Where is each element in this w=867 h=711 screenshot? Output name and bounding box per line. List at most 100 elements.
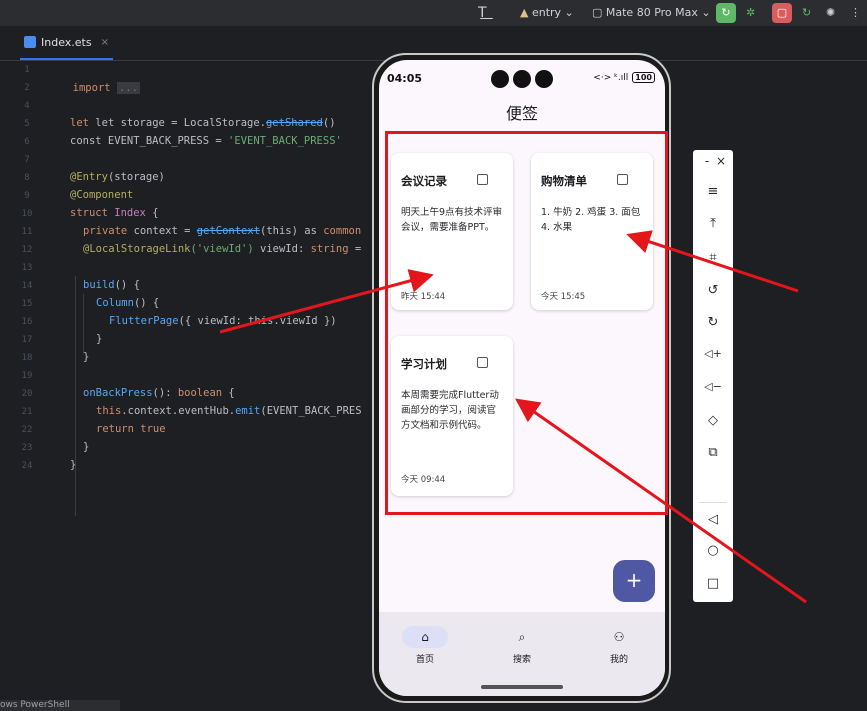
back-icon[interactable]: ◁ (693, 512, 733, 527)
code-editor[interactable]: › import ... let let storage = LocalStor… (70, 62, 370, 692)
code-line-17: } (96, 333, 103, 345)
line-number: 19 (21, 371, 33, 381)
nav-label: 我的 (609, 655, 628, 665)
line-number: 4 (24, 101, 30, 111)
more-icon[interactable]: ⋮ (850, 3, 861, 23)
crop-icon[interactable]: ⌗ (693, 250, 733, 265)
code-line-2: › import ... (72, 82, 140, 94)
code-line-5: let let storage = LocalStorage.getShared… (70, 117, 336, 129)
line-number: 16 (21, 317, 33, 327)
shake-icon[interactable]: ◇ (693, 413, 733, 428)
home-indicator[interactable] (481, 685, 563, 689)
line-number: 11 (21, 227, 33, 237)
line-number: 22 (21, 425, 33, 435)
line-number: 2 (24, 83, 30, 93)
debug-icon[interactable]: ✲ (746, 3, 755, 23)
signal-icon: <·> ᵏ.ıll (593, 72, 629, 83)
code-line-21: this.context.eventHub.emit(EVENT_BACK_PR… (96, 405, 362, 417)
device-label: Mate 80 Pro Max (605, 6, 698, 19)
code-line-22: return true (96, 423, 166, 435)
code-line-16: FlutterPage({ viewId: this.viewId }) (109, 315, 337, 327)
code-line-15: Column() { (96, 297, 160, 309)
file-icon (24, 36, 36, 48)
line-number: 7 (24, 155, 30, 165)
multi-screen-icon[interactable]: ⧉ (693, 445, 733, 460)
terminal-tab[interactable]: ows PowerShell (0, 700, 120, 711)
close-icon[interactable]: × (701, 154, 741, 168)
code-line-8: @Entry(storage) (70, 171, 165, 183)
text-tool-icon[interactable]: T͟ (478, 3, 487, 23)
nav-item-search[interactable]: ⌕ 搜索 (492, 626, 552, 665)
code-line-6: const EVENT_BACK_PRESS = 'EVENT_BACK_PRE… (70, 135, 342, 147)
line-number: 12 (21, 245, 33, 255)
nav-label: 首页 (415, 655, 434, 665)
module-icon: ▲ (520, 6, 529, 19)
line-number: 23 (21, 443, 33, 453)
code-line-14: build() { (83, 279, 140, 291)
code-line-12: @LocalStorageLink('viewId') viewId: stri… (83, 243, 362, 255)
module-selector[interactable]: ▲ entry ⌄ (520, 3, 574, 23)
tab-index-ets[interactable]: Index.ets × (20, 26, 113, 60)
status-indicators: <·> ᵏ.ıll 100 (593, 72, 655, 83)
volume-down-icon[interactable]: ◁− (693, 380, 733, 393)
line-number: 20 (21, 389, 33, 399)
menu-icon[interactable]: ≡ (693, 184, 733, 199)
search-icon: ⌕ (518, 630, 526, 644)
line-number: 24 (21, 461, 33, 471)
line-number: 21 (21, 407, 33, 417)
nav-label: 搜索 (512, 655, 531, 665)
camera-icon (513, 70, 531, 88)
indent-guide (75, 276, 76, 516)
highlight-box (385, 131, 668, 515)
line-number: 17 (21, 335, 33, 345)
bottom-nav: ⌂ 首页 ⌕ 搜索 ⚇ 我的 (379, 612, 665, 696)
person-icon: ⚇ (613, 630, 625, 644)
recents-icon[interactable]: □ (693, 576, 733, 591)
reload-icon[interactable]: ↻ (802, 3, 811, 23)
code-line-10: struct Index { (70, 207, 159, 219)
code-line-23: } (83, 441, 90, 453)
pin-top-icon[interactable]: ⤒ (693, 216, 733, 231)
device-selector[interactable]: ▢ Mate 80 Pro Max ⌄ (592, 3, 711, 23)
indent-guide (83, 294, 84, 354)
home-icon: ⌂ (402, 626, 448, 648)
line-number: 13 (21, 263, 33, 273)
rotate-icon[interactable]: ↺ (693, 283, 733, 298)
toolbar-divider (699, 502, 727, 503)
nav-item-profile[interactable]: ⚇ 我的 (589, 626, 649, 665)
line-number: 5 (24, 119, 30, 129)
bug-icon[interactable]: ✺ (826, 3, 835, 23)
line-number: 1 (24, 65, 30, 75)
nav-item-home[interactable]: ⌂ 首页 (395, 626, 455, 665)
close-icon[interactable]: × (101, 37, 109, 48)
run-button[interactable]: ↻ (716, 3, 736, 23)
tab-label: Index.ets (41, 35, 92, 49)
module-label: entry (531, 6, 562, 19)
line-number: 14 (21, 281, 33, 291)
line-number: 10 (21, 209, 33, 219)
stop-button[interactable]: ▢ (772, 3, 792, 23)
battery-icon: 100 (632, 72, 655, 83)
add-note-button[interactable]: + (613, 560, 655, 602)
camera-icon (535, 70, 553, 88)
code-line-9: @Component (70, 189, 134, 201)
line-number: 6 (24, 137, 30, 147)
line-number: 15 (21, 299, 33, 309)
status-time: 04:05 (387, 72, 423, 85)
status-bar: 04:05 <·> ᵏ.ıll 100 (379, 60, 665, 100)
code-line-11: private context = getContext(this) as co… (83, 225, 362, 237)
home-circle-icon[interactable]: ○ (693, 543, 733, 558)
line-number: 8 (24, 173, 30, 183)
code-line-24: } (70, 459, 77, 471)
line-number: 9 (24, 191, 30, 201)
top-toolbar: T͟ ▲ entry ⌄ ▢ Mate 80 Pro Max ⌄ ↻ ✲ ▢ ↻… (0, 0, 867, 26)
line-number: 18 (21, 353, 33, 363)
page-title: 便签 (505, 104, 538, 123)
code-line-20: onBackPress(): boolean { (83, 387, 235, 399)
camera-icon (491, 70, 509, 88)
rotate-cw-icon[interactable]: ↻ (693, 315, 733, 330)
line-number-gutter: 1 2 4 5 6 7 8 9 10 11 12 13 14 15 16 17 18 19 20 21 22 23 24 (10, 62, 44, 692)
emulator-toolbar: - × ≡ ⤒ ⌗ ↺ ↻ ◁+ ◁− ◇ ⧉ ◁ ○ □ (693, 150, 733, 602)
code-line-18: } (83, 351, 90, 363)
volume-up-icon[interactable]: ◁+ (693, 347, 733, 360)
